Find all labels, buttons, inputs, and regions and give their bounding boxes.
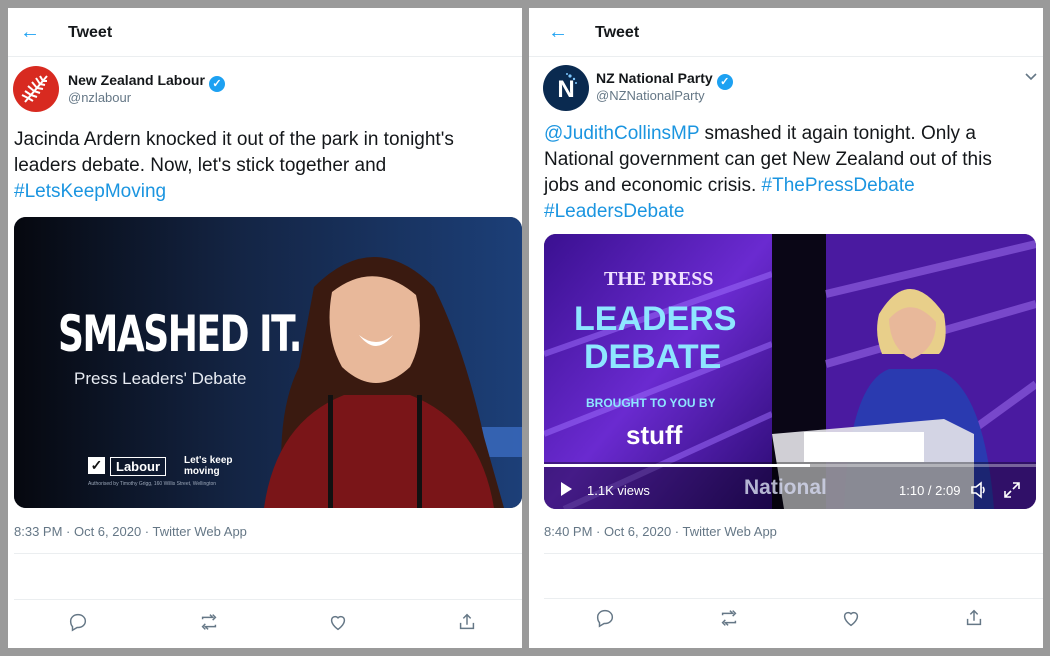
tweet-text-span: jobs and economic crisis.	[544, 175, 762, 196]
tweet-timestamp[interactable]: 8:33 PM · Oct 6, 2020 · Twitter Web App	[14, 524, 247, 539]
volume-button[interactable]	[969, 480, 989, 500]
retweet-button[interactable]	[192, 605, 226, 639]
like-button[interactable]	[321, 605, 355, 639]
authorisation-statement: Authorised by Timothy Grigg, 160 Willis …	[88, 481, 217, 487]
svg-text:N: N	[557, 76, 574, 103]
share-icon	[459, 613, 475, 630]
fullscreen-button[interactable]	[1002, 480, 1022, 500]
back-arrow-icon[interactable]: ←	[20, 22, 42, 44]
avatar[interactable]	[13, 66, 59, 112]
tweet-text-line: National government can get New Zealand …	[544, 149, 992, 170]
national-logo-icon: N	[557, 73, 577, 103]
author-name[interactable]: New Zealand Labour ✓	[68, 72, 225, 92]
fern-logo-icon	[21, 75, 48, 103]
chevron-down-icon	[1025, 73, 1037, 81]
share-button[interactable]	[450, 605, 484, 639]
tweet-actions	[529, 601, 1043, 641]
divider	[14, 553, 522, 554]
national-watermark: National	[744, 476, 827, 499]
reply-icon	[596, 609, 614, 628]
sponsor-logo: stuff	[626, 420, 683, 450]
tweet-image[interactable]: SMASHED IT. Press Leaders' Debate ✓ Labo…	[14, 217, 522, 508]
divider	[544, 598, 1043, 599]
back-arrow-icon[interactable]: ←	[548, 22, 570, 44]
fullscreen-icon	[1004, 482, 1020, 498]
hashtag-link[interactable]: #LeadersDebate	[544, 199, 1043, 225]
debate-title: LEADERS DEBATE	[574, 300, 736, 376]
tweet-text: @JudithCollinsMP smashed it again tonigh…	[544, 121, 1043, 225]
header-title: Tweet	[595, 24, 640, 41]
like-button[interactable]	[834, 601, 868, 635]
labour-tweet-panel: ← Tweet New Zealand Labour ✓ @nzlabour Ja…	[8, 8, 522, 648]
campaign-subline: Press Leaders' Debate	[74, 369, 247, 388]
hashtag-link[interactable]: #LetsKeepMoving	[14, 179, 519, 205]
tweet-text-span: smashed it again tonight. Only a	[699, 123, 976, 144]
heart-icon	[843, 611, 859, 627]
press-title: THE PRESS	[604, 268, 714, 290]
play-button[interactable]	[558, 481, 574, 497]
reply-button[interactable]	[588, 601, 622, 635]
video-time: 1:10 / 2:09	[899, 483, 961, 498]
divider	[544, 553, 1043, 554]
avatar[interactable]: N	[543, 65, 589, 111]
tweet-text-line: Jacinda Ardern knocked it out of the par…	[14, 129, 454, 150]
tweet-actions	[8, 605, 522, 645]
share-icon	[966, 609, 982, 626]
tweet-timestamp[interactable]: 8:40 PM · Oct 6, 2020 · Twitter Web App	[544, 524, 777, 539]
play-icon	[561, 482, 572, 496]
more-options-button[interactable]	[1023, 68, 1039, 84]
retweet-icon	[201, 614, 217, 630]
campaign-slogan: Let's keep moving	[184, 455, 233, 477]
reply-button[interactable]	[61, 605, 95, 639]
tweet-video[interactable]: THE PRESS LEADERS DEBATE BROUGHT TO YOU …	[544, 234, 1036, 509]
author-name-text: New Zealand Labour	[68, 72, 205, 88]
tweet-text-line: jobs and economic crisis. #ThePressDebat…	[544, 173, 1043, 199]
tweet-text-line: leaders debate. Now, let's stick togethe…	[14, 155, 387, 176]
author-name[interactable]: NZ National Party ✓	[596, 70, 733, 90]
retweet-button[interactable]	[712, 601, 746, 635]
heart-icon	[330, 615, 346, 631]
share-button[interactable]	[957, 601, 991, 635]
debate-title-line: DEBATE	[584, 338, 722, 376]
sponsor-caption: BROUGHT TO YOU BY	[586, 396, 716, 410]
debate-title-line: LEADERS	[574, 300, 737, 338]
tweet-text: Jacinda Ardern knocked it out of the par…	[14, 127, 519, 205]
author-name-text: NZ National Party	[596, 70, 713, 86]
reply-icon	[69, 613, 87, 632]
verified-badge-icon: ✓	[716, 74, 733, 90]
national-tweet-panel: ← Tweet N NZ National Party ✓ @NZNational…	[529, 8, 1043, 648]
mention-link[interactable]: @JudithCollinsMP	[544, 123, 699, 144]
divider	[14, 599, 522, 600]
header-title: Tweet	[68, 24, 113, 41]
verified-badge-icon: ✓	[208, 76, 225, 92]
labour-brand-badge: Labour	[110, 457, 167, 476]
video-progress-track[interactable]	[544, 464, 1036, 467]
tweet-text-line: @JudithCollinsMP smashed it again tonigh…	[544, 121, 1043, 147]
retweet-icon	[721, 610, 737, 626]
speaker-icon	[971, 481, 985, 499]
hashtag-link[interactable]: #ThePressDebate	[762, 175, 915, 196]
view-count: 1.1K views	[587, 483, 650, 498]
tweet-header: ← Tweet	[529, 8, 1043, 57]
campaign-headline: SMASHED IT.	[58, 305, 302, 363]
author-handle[interactable]: @nzlabour	[68, 90, 131, 105]
video-progress-fill	[544, 464, 810, 467]
author-handle[interactable]: @NZNationalParty	[596, 88, 705, 103]
checkbox-logo-icon: ✓	[88, 457, 105, 474]
tweet-header: ← Tweet	[8, 8, 522, 57]
